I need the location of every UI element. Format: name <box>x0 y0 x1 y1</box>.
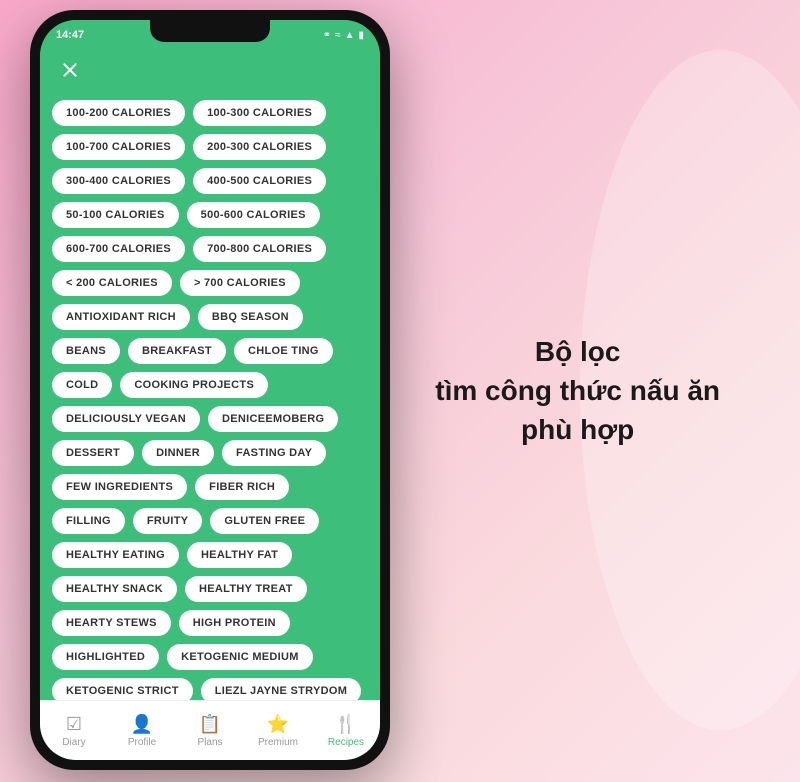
wifi-icon: ≈ <box>335 30 341 41</box>
filter-tag[interactable]: HEALTHY FAT <box>187 542 292 568</box>
phone-device: 14:47 ⚭ ≈ ▲ ▮ 100-200 CALORIES 100-300 CA… <box>30 10 390 770</box>
nav-label-recipes: Recipes <box>328 737 364 748</box>
filter-tag[interactable]: 300-400 CALORIES <box>52 168 185 194</box>
bluetooth-icon: ⚭ <box>323 30 331 41</box>
status-time: 14:47 <box>56 29 84 41</box>
filter-tag[interactable]: HIGH PROTEIN <box>179 610 290 636</box>
filter-tag[interactable]: BBQ SEASON <box>198 304 303 330</box>
nav-item-profile[interactable]: 👤 Profile <box>108 714 176 748</box>
filter-tag[interactable]: HEALTHY TREAT <box>185 576 307 602</box>
filter-tag[interactable]: FASTING DAY <box>222 440 326 466</box>
phone-notch <box>150 20 270 42</box>
filter-tag[interactable]: HEARTY STEWS <box>52 610 171 636</box>
filter-tag[interactable]: KETOGENIC MEDIUM <box>167 644 313 670</box>
nav-label-diary: Diary <box>62 737 85 748</box>
filter-tag[interactable]: 700-800 CALORIES <box>193 236 326 262</box>
nav-item-diary[interactable]: ☑ Diary <box>40 714 108 748</box>
filter-tag[interactable]: BREAKFAST <box>128 338 226 364</box>
filter-tag[interactable]: DESSERT <box>52 440 134 466</box>
filter-tag[interactable]: FRUITY <box>133 508 203 534</box>
nav-label-plans: Plans <box>197 737 222 748</box>
promo-line1: Bộ lọc <box>435 332 720 371</box>
status-icons: ⚭ ≈ ▲ ▮ <box>323 30 364 41</box>
filter-tag[interactable]: 100-300 CALORIES <box>193 100 326 126</box>
battery-icon: ▮ <box>358 30 364 41</box>
phone-screen: 14:47 ⚭ ≈ ▲ ▮ 100-200 CALORIES 100-300 CA… <box>40 20 380 760</box>
filter-tag[interactable]: HEALTHY SNACK <box>52 576 177 602</box>
filter-tag[interactable]: KETOGENIC STRICT <box>52 678 193 700</box>
filter-tag[interactable]: 100-200 CALORIES <box>52 100 185 126</box>
filter-tag[interactable]: 600-700 CALORIES <box>52 236 185 262</box>
filter-tag[interactable]: HIGHLIGHTED <box>52 644 159 670</box>
filter-tag[interactable]: DENICEEMOBERG <box>208 406 338 432</box>
nav-icon-profile: 👤 <box>131 714 153 735</box>
close-button[interactable] <box>56 56 84 84</box>
filter-header <box>40 50 380 94</box>
filter-tag[interactable]: FILLING <box>52 508 125 534</box>
filter-tag[interactable]: LIEZL JAYNE STRYDOM <box>201 678 361 700</box>
signal-icon: ▲ <box>345 30 355 41</box>
filter-tag[interactable]: COOKING PROJECTS <box>120 372 268 398</box>
filter-tag[interactable]: > 700 CALORIES <box>180 270 300 296</box>
nav-icon-diary: ☑ <box>66 714 82 735</box>
nav-item-recipes[interactable]: 🍴 Recipes <box>312 714 380 748</box>
nav-icon-plans: 📋 <box>199 714 221 735</box>
filter-tag[interactable]: 50-100 CALORIES <box>52 202 179 228</box>
filter-tag[interactable]: HEALTHY EATING <box>52 542 179 568</box>
filter-tag[interactable]: COLD <box>52 372 112 398</box>
nav-item-plans[interactable]: 📋 Plans <box>176 714 244 748</box>
tags-container: 100-200 CALORIES 100-300 CALORIES 100-700 … <box>40 94 380 700</box>
bottom-navigation: ☑ Diary 👤 Profile 📋 Plans ⭐ Premium 🍴 Recipes <box>40 700 380 760</box>
filter-tag[interactable]: DELICIOUSLY VEGAN <box>52 406 200 432</box>
filter-tag[interactable]: FIBER RICH <box>195 474 289 500</box>
nav-icon-premium: ⭐ <box>267 714 289 735</box>
promo-line3: phù hợp <box>435 411 720 450</box>
filter-tag[interactable]: 200-300 CALORIES <box>193 134 326 160</box>
nav-label-profile: Profile <box>128 737 156 748</box>
filter-tag[interactable]: CHLOE TING <box>234 338 333 364</box>
filter-tag[interactable]: 400-500 CALORIES <box>193 168 326 194</box>
nav-label-premium: Premium <box>258 737 298 748</box>
filter-tag[interactable]: 500-600 CALORIES <box>187 202 320 228</box>
filter-tag[interactable]: < 200 CALORIES <box>52 270 172 296</box>
filter-tag[interactable]: 100-700 CALORIES <box>52 134 185 160</box>
filter-tag[interactable]: DINNER <box>142 440 214 466</box>
promo-line2: tìm công thức nấu ăn <box>435 371 720 410</box>
promo-text: Bộ lọc tìm công thức nấu ăn phù hợp <box>435 332 720 450</box>
nav-icon-recipes: 🍴 <box>335 714 357 735</box>
nav-item-premium[interactable]: ⭐ Premium <box>244 714 312 748</box>
filter-tag[interactable]: FEW INGREDIENTS <box>52 474 187 500</box>
filter-tag[interactable]: GLUTEN FREE <box>210 508 319 534</box>
phone-container: 14:47 ⚭ ≈ ▲ ▮ 100-200 CALORIES 100-300 CA… <box>30 10 390 770</box>
filter-tag[interactable]: ANTIOXIDANT RICH <box>52 304 190 330</box>
filter-tag[interactable]: BEANS <box>52 338 120 364</box>
